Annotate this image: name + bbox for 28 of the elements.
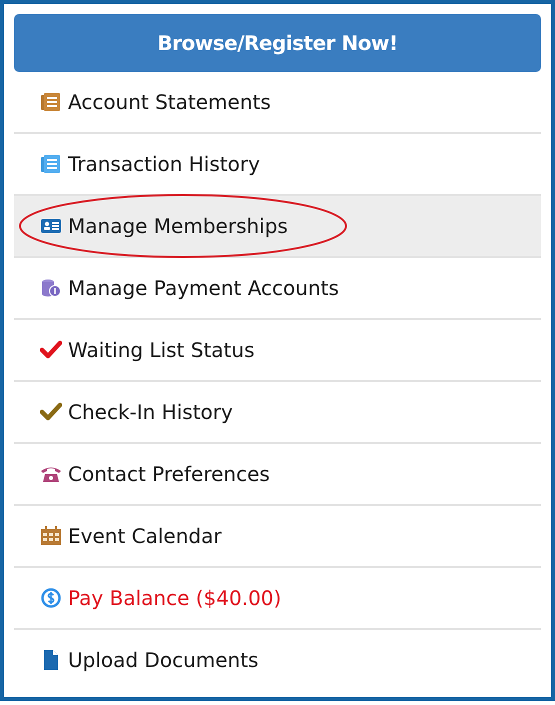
document-icon (40, 154, 62, 174)
dollar-coin-icon (40, 588, 62, 608)
register-button[interactable]: Browse/Register Now! (14, 14, 541, 72)
menu-item[interactable]: Manage Memberships (14, 196, 541, 258)
menu-label: Pay Balance ($40.00) (68, 586, 282, 610)
document-icon (40, 92, 62, 112)
menu-item[interactable]: Account Statements (14, 72, 541, 134)
check-icon (40, 402, 62, 422)
menu-item[interactable]: Pay Balance ($40.00) (14, 568, 541, 630)
coins-icon (40, 278, 62, 298)
menu-label: Contact Preferences (68, 462, 270, 486)
calendar-icon (40, 526, 62, 546)
menu-label: Transaction History (68, 152, 260, 176)
menu-label: Account Statements (68, 90, 271, 114)
menu-item[interactable]: Event Calendar (14, 506, 541, 568)
id-card-icon (40, 216, 62, 236)
menu-label: Check-In History (68, 400, 233, 424)
menu-label: Manage Memberships (68, 214, 288, 238)
check-icon (40, 340, 62, 360)
menu-item[interactable]: Check-In History (14, 382, 541, 444)
menu-label: Event Calendar (68, 524, 222, 548)
menu-item[interactable]: Upload Documents (14, 630, 541, 690)
menu-label: Upload Documents (68, 648, 258, 672)
menu-item[interactable]: Waiting List Status (14, 320, 541, 382)
menu-label: Manage Payment Accounts (68, 276, 339, 300)
menu-item[interactable]: Manage Payment Accounts (14, 258, 541, 320)
menu-label: Waiting List Status (68, 338, 254, 362)
menu-item[interactable]: Contact Preferences (14, 444, 541, 506)
